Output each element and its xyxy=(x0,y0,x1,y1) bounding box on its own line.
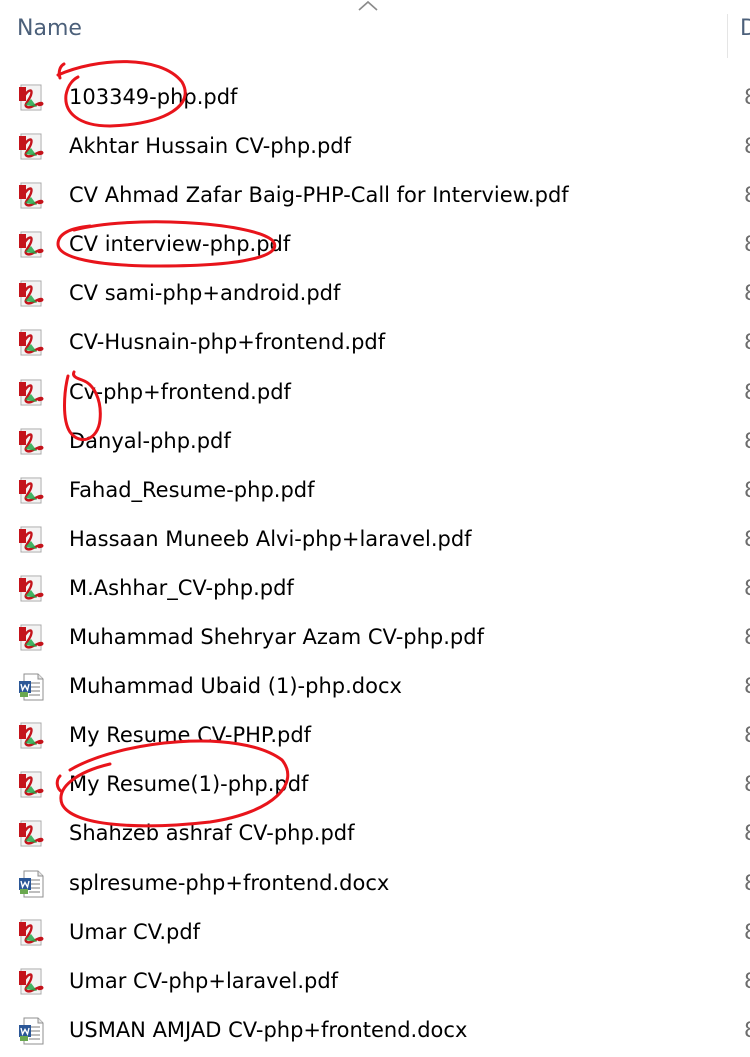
date-modified-value: 8 xyxy=(744,967,750,995)
file-row[interactable]: USMAN AMJAD CV-php+frontend.docx 8 xyxy=(0,1007,750,1056)
date-modified-value: 8 xyxy=(744,819,750,847)
pdf-file-icon xyxy=(17,525,47,555)
file-explorer-window: Name D 103349-php.pdf8Akhtar Hussain CV-… xyxy=(0,0,750,1057)
word-document-icon xyxy=(17,672,47,702)
file-name[interactable]: My Resume CV-PHP.pdf xyxy=(69,721,311,749)
word-document-icon xyxy=(17,1016,47,1046)
date-modified-value: 8 xyxy=(744,132,750,160)
pdf-file-icon xyxy=(17,574,47,604)
word-document-icon xyxy=(17,869,47,899)
file-row[interactable]: My Resume CV-PHP.pdf 8 xyxy=(0,712,750,761)
file-name[interactable]: 103349-php.pdf xyxy=(69,83,237,111)
date-modified-value: 8 xyxy=(744,181,750,209)
column-divider[interactable] xyxy=(727,14,728,58)
pdf-file-icon xyxy=(17,279,47,309)
file-name[interactable]: Akhtar Hussain CV-php.pdf xyxy=(69,132,351,160)
file-name[interactable]: splresume-php+frontend.docx xyxy=(69,869,389,897)
pdf-file-icon xyxy=(17,623,47,653)
pdf-file-icon xyxy=(17,83,47,113)
file-name[interactable]: M.Ashhar_CV-php.pdf xyxy=(69,574,294,602)
file-row[interactable]: CV interview-php.pdf 8 xyxy=(0,221,750,270)
date-modified-value: 8 xyxy=(744,623,750,651)
column-header-row: Name D xyxy=(0,0,750,60)
date-modified-value: 8 xyxy=(744,918,750,946)
date-modified-value: 8 xyxy=(744,869,750,897)
pdf-file-icon xyxy=(17,770,47,800)
file-row[interactable]: Fahad_Resume-php.pdf 8 xyxy=(0,467,750,516)
file-row[interactable]: Umar CV-php+laravel.pdf 8 xyxy=(0,958,750,1007)
file-row[interactable]: Umar CV.pdf 8 xyxy=(0,909,750,958)
sort-ascending-icon[interactable] xyxy=(357,0,379,12)
file-row[interactable]: CV Ahmad Zafar Baig-PHP-Call for Intervi… xyxy=(0,172,750,221)
date-modified-value: 8 xyxy=(744,672,750,700)
file-row[interactable]: My Resume(1)-php.pdf 8 xyxy=(0,761,750,810)
pdf-file-icon xyxy=(17,476,47,506)
file-row[interactable]: Cv-php+frontend.pdf 8 xyxy=(0,369,750,418)
file-row[interactable]: Akhtar Hussain CV-php.pdf 8 xyxy=(0,123,750,172)
file-row[interactable]: CV sami-php+android.pdf 8 xyxy=(0,270,750,319)
date-modified-value: 8 xyxy=(744,721,750,749)
file-name[interactable]: CV interview-php.pdf xyxy=(69,230,290,258)
pdf-file-icon xyxy=(17,918,47,948)
file-row[interactable]: CV-Husnain-php+frontend.pdf 8 xyxy=(0,319,750,368)
file-name[interactable]: CV-Husnain-php+frontend.pdf xyxy=(69,328,385,356)
name-column-header[interactable]: Name xyxy=(17,16,82,41)
pdf-file-icon xyxy=(17,967,47,997)
pdf-file-icon xyxy=(17,328,47,358)
file-name[interactable]: CV Ahmad Zafar Baig-PHP-Call for Intervi… xyxy=(69,181,569,209)
date-column-header[interactable]: D xyxy=(740,16,750,41)
date-modified-value: 8 xyxy=(744,328,750,356)
file-row[interactable]: Muhammad Shehryar Azam CV-php.pdf 8 xyxy=(0,614,750,663)
file-row[interactable]: Shahzeb ashraf CV-php.pdf 8 xyxy=(0,810,750,859)
pdf-file-icon xyxy=(17,181,47,211)
file-name[interactable]: My Resume(1)-php.pdf xyxy=(69,770,308,798)
date-modified-value: 8 xyxy=(744,525,750,553)
date-modified-value: 8 xyxy=(744,83,750,111)
file-name[interactable]: Umar CV.pdf xyxy=(69,918,200,946)
date-modified-value: 8 xyxy=(744,427,750,455)
file-row[interactable]: 103349-php.pdf 8 xyxy=(0,74,750,123)
file-name[interactable]: Cv-php+frontend.pdf xyxy=(69,378,291,406)
file-list: 103349-php.pdf8Akhtar Hussain CV-php.pdf… xyxy=(0,74,750,1056)
pdf-file-icon xyxy=(17,819,47,849)
pdf-file-icon xyxy=(17,427,47,457)
date-modified-value: 8 xyxy=(744,476,750,504)
file-name[interactable]: Fahad_Resume-php.pdf xyxy=(69,476,315,504)
file-row[interactable]: M.Ashhar_CV-php.pdf 8 xyxy=(0,565,750,614)
file-name[interactable]: CV sami-php+android.pdf xyxy=(69,279,340,307)
pdf-file-icon xyxy=(17,721,47,751)
date-modified-value: 8 xyxy=(744,1016,750,1044)
pdf-file-icon xyxy=(17,230,47,260)
date-modified-value: 8 xyxy=(744,770,750,798)
file-row[interactable]: Hassaan Muneeb Alvi-php+laravel.pdf 8 xyxy=(0,516,750,565)
file-name[interactable]: Umar CV-php+laravel.pdf xyxy=(69,967,338,995)
file-row[interactable]: Muhammad Ubaid (1)-php.docx 8 xyxy=(0,663,750,712)
file-name[interactable]: Muhammad Shehryar Azam CV-php.pdf xyxy=(69,623,484,651)
pdf-file-icon xyxy=(17,378,47,408)
date-modified-value: 8 xyxy=(744,279,750,307)
file-name[interactable]: Muhammad Ubaid (1)-php.docx xyxy=(69,672,402,700)
file-row[interactable]: Danyal-php.pdf 8 xyxy=(0,418,750,467)
date-modified-value: 8 xyxy=(744,378,750,406)
file-name[interactable]: Hassaan Muneeb Alvi-php+laravel.pdf xyxy=(69,525,472,553)
file-name[interactable]: Shahzeb ashraf CV-php.pdf xyxy=(69,819,355,847)
file-name[interactable]: USMAN AMJAD CV-php+frontend.docx xyxy=(69,1016,467,1044)
date-modified-value: 8 xyxy=(744,230,750,258)
file-row[interactable]: splresume-php+frontend.docx 8 xyxy=(0,860,750,909)
date-modified-value: 8 xyxy=(744,574,750,602)
file-name[interactable]: Danyal-php.pdf xyxy=(69,427,231,455)
pdf-file-icon xyxy=(17,132,47,162)
